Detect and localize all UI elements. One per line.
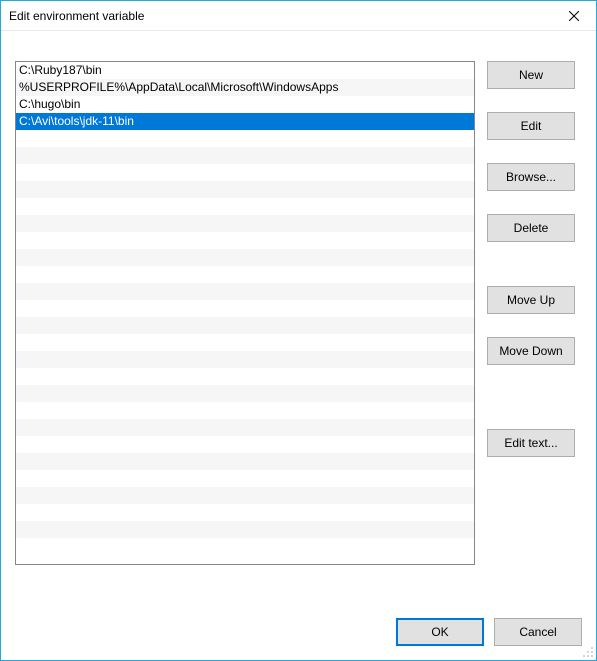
list-item[interactable] (16, 453, 474, 470)
window-title: Edit environment variable (9, 9, 144, 23)
dialog-footer: OK Cancel (15, 594, 582, 646)
new-button[interactable]: New (487, 61, 575, 89)
list-item[interactable] (16, 402, 474, 419)
close-icon (569, 11, 579, 21)
list-item[interactable] (16, 130, 474, 147)
list-item[interactable] (16, 283, 474, 300)
list-item[interactable] (16, 470, 474, 487)
cancel-button[interactable]: Cancel (494, 618, 582, 646)
list-item[interactable] (16, 436, 474, 453)
edit-text-button[interactable]: Edit text... (487, 429, 575, 457)
list-item[interactable] (16, 351, 474, 368)
list-item[interactable] (16, 334, 474, 351)
list-item[interactable] (16, 215, 474, 232)
list-item[interactable] (16, 419, 474, 436)
list-item[interactable] (16, 385, 474, 402)
list-item[interactable] (16, 266, 474, 283)
list-item[interactable] (16, 538, 474, 555)
button-column: New Edit Browse... Delete Move Up Move D… (487, 43, 582, 594)
dialog-content: C:\Ruby187\bin%USERPROFILE%\AppData\Loca… (1, 31, 596, 660)
path-listbox[interactable]: C:\Ruby187\bin%USERPROFILE%\AppData\Loca… (15, 61, 475, 565)
list-item[interactable] (16, 521, 474, 538)
edit-button[interactable]: Edit (487, 112, 575, 140)
list-item[interactable] (16, 368, 474, 385)
list-item[interactable] (16, 147, 474, 164)
list-item[interactable] (16, 300, 474, 317)
list-item[interactable] (16, 232, 474, 249)
dialog-window: Edit environment variable C:\Ruby187\bin… (0, 0, 597, 661)
list-item[interactable]: C:\hugo\bin (16, 96, 474, 113)
close-button[interactable] (551, 1, 596, 30)
list-item[interactable] (16, 317, 474, 334)
titlebar: Edit environment variable (1, 1, 596, 31)
list-item[interactable] (16, 487, 474, 504)
list-item[interactable] (16, 181, 474, 198)
list-item[interactable] (16, 164, 474, 181)
ok-button[interactable]: OK (396, 618, 484, 646)
list-item[interactable]: C:\Avi\tools\jdk-11\bin (16, 113, 474, 130)
list-item[interactable] (16, 198, 474, 215)
list-item[interactable]: %USERPROFILE%\AppData\Local\Microsoft\Wi… (16, 79, 474, 96)
list-item[interactable]: C:\Ruby187\bin (16, 62, 474, 79)
list-item[interactable] (16, 249, 474, 266)
move-down-button[interactable]: Move Down (487, 337, 575, 365)
delete-button[interactable]: Delete (487, 214, 575, 242)
move-up-button[interactable]: Move Up (487, 286, 575, 314)
list-item[interactable] (16, 504, 474, 521)
main-area: C:\Ruby187\bin%USERPROFILE%\AppData\Loca… (15, 43, 582, 594)
browse-button[interactable]: Browse... (487, 163, 575, 191)
